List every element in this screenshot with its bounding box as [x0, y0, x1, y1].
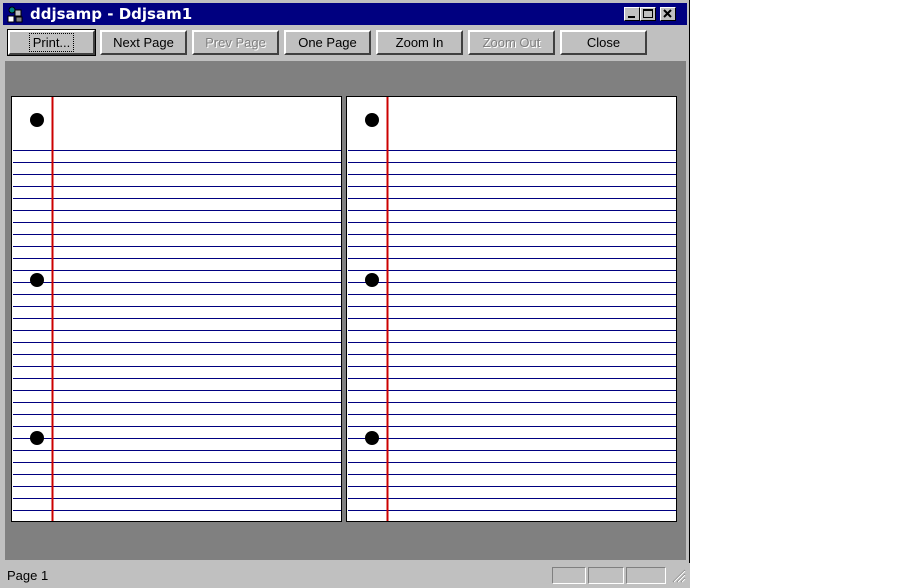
- close-button[interactable]: [660, 7, 676, 21]
- one-page-button[interactable]: One Page: [284, 30, 371, 55]
- preview-page-right[interactable]: [346, 96, 677, 522]
- binder-hole: [30, 431, 44, 445]
- prev-page-button[interactable]: Prev Page: [192, 30, 279, 55]
- status-pane-2: [588, 567, 624, 584]
- close-preview-button[interactable]: Close: [560, 30, 647, 55]
- zoom-out-button[interactable]: Zoom Out: [468, 30, 555, 55]
- minimize-icon: [628, 16, 635, 18]
- binder-hole: [30, 273, 44, 287]
- binder-hole: [365, 113, 379, 127]
- minimize-button[interactable]: [624, 7, 640, 21]
- next-page-button[interactable]: Next Page: [100, 30, 187, 55]
- binder-hole: [30, 113, 44, 127]
- close-icon: [663, 9, 672, 18]
- ruled-paper-left: [13, 97, 341, 521]
- preview-area[interactable]: [5, 61, 686, 560]
- binder-hole: [365, 431, 379, 445]
- print-preview-window: ddjsamp - Ddjsam1 Print... Next Page Pre…: [0, 0, 690, 588]
- status-page-text: Page 1: [7, 568, 49, 583]
- print-button[interactable]: Print...: [7, 29, 96, 56]
- title-bar[interactable]: ddjsamp - Ddjsam1: [3, 3, 687, 25]
- preview-page-left[interactable]: [11, 96, 342, 522]
- zoom-in-button[interactable]: Zoom In: [376, 30, 463, 55]
- status-bar: Page 1: [0, 563, 690, 588]
- resize-grip-icon[interactable]: [672, 569, 686, 583]
- app-icon[interactable]: [6, 6, 24, 24]
- window-title: ddjsamp - Ddjsam1: [30, 5, 193, 23]
- binder-hole: [365, 273, 379, 287]
- status-pane-1: [552, 567, 586, 584]
- ruled-paper-right: [348, 97, 676, 521]
- maximize-icon: [643, 9, 653, 18]
- status-pane-3: [626, 567, 666, 584]
- maximize-button[interactable]: [640, 7, 656, 21]
